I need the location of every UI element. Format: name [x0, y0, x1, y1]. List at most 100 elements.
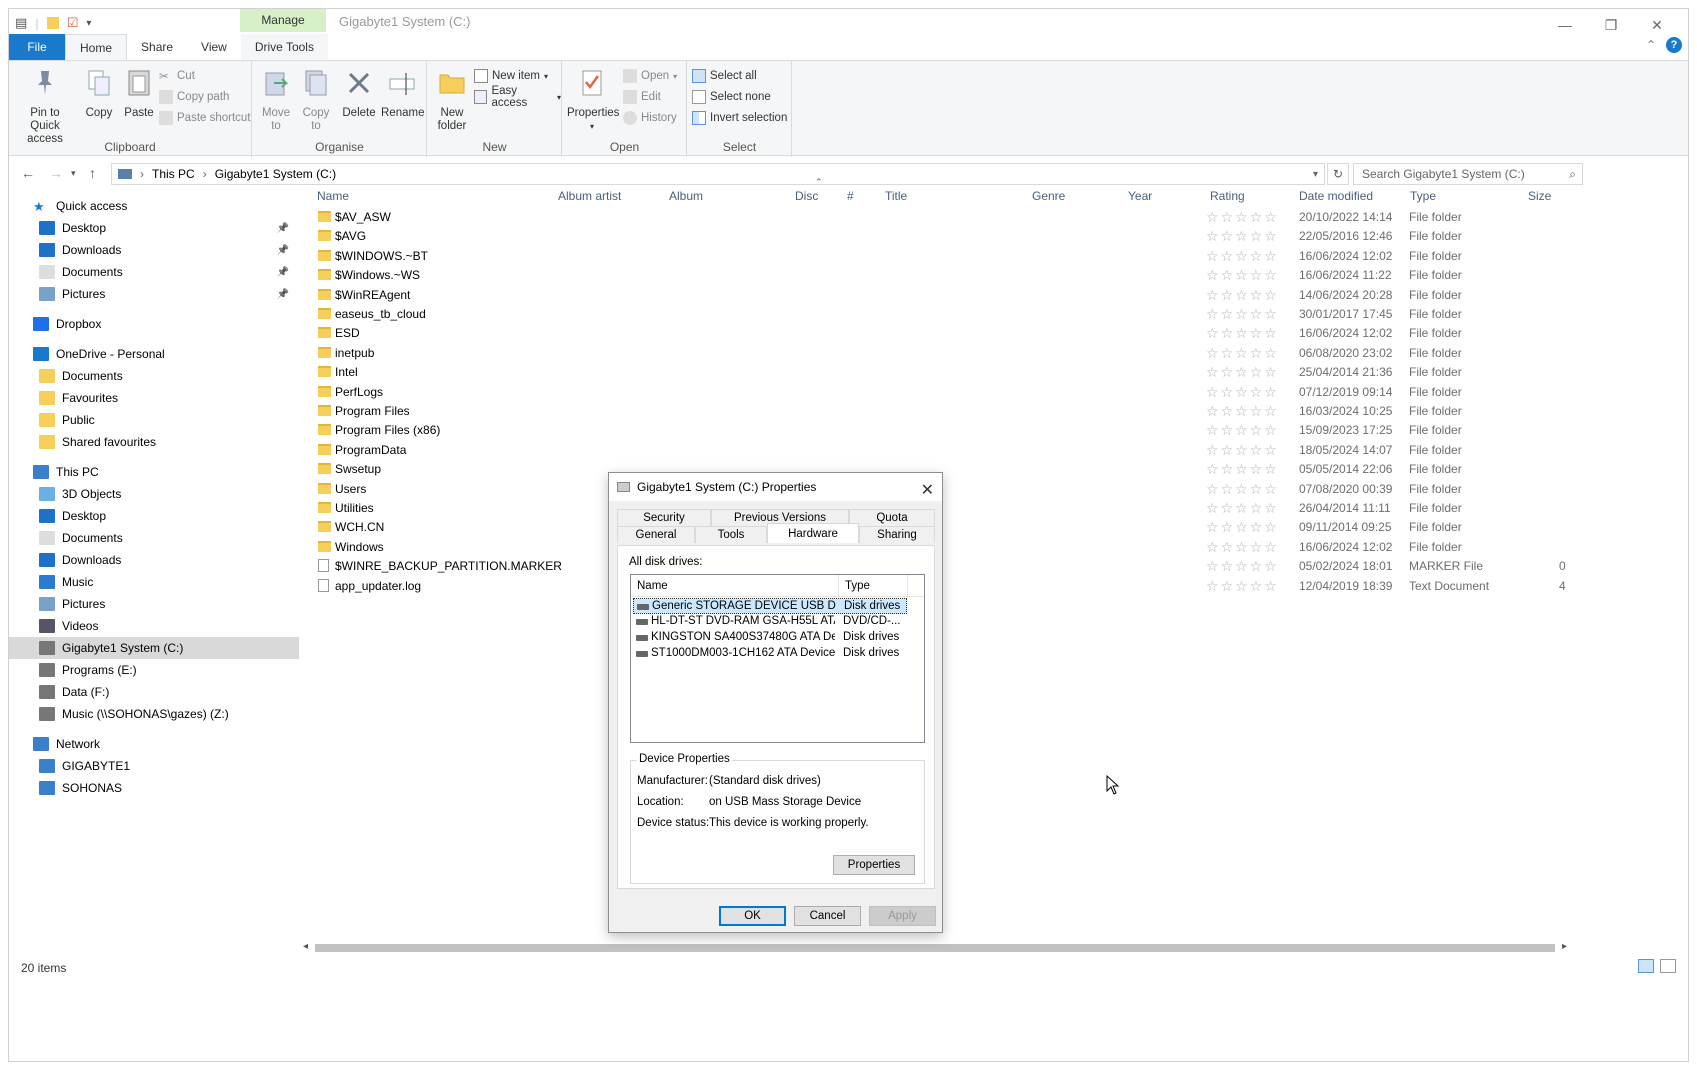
column-header-date-modified[interactable]: Date modified [1299, 189, 1373, 203]
select-none-button[interactable]: Select none [692, 88, 771, 106]
list-header-type[interactable]: Type [838, 575, 870, 597]
nav-item[interactable]: SOHONAS [9, 777, 299, 799]
rating-stars[interactable]: ☆☆☆☆☆ [1206, 403, 1279, 420]
nav-item[interactable]: Videos [9, 615, 299, 637]
edit-button[interactable]: Edit [623, 88, 661, 106]
nav-item[interactable]: Shared favourites [9, 431, 299, 453]
drive-list-item[interactable]: HL-DT-ST DVD-RAM GSA-H55L ATA ... DVD/CD-… [633, 614, 907, 630]
rating-stars[interactable]: ☆☆☆☆☆ [1206, 248, 1279, 265]
delete-button[interactable]: Delete [341, 67, 377, 120]
file-row[interactable]: ProgramData ☆☆☆☆☆ 18/05/2024 14:07 File fol… [301, 441, 1681, 460]
device-properties-button[interactable]: Properties [833, 855, 915, 875]
file-row[interactable]: inetpub ☆☆☆☆☆ 06/08/2020 23:02 File folder [301, 344, 1681, 363]
tab-security[interactable]: Security [617, 509, 711, 526]
nav-item[interactable]: ★ Quick access [9, 195, 299, 217]
history-button[interactable]: History [623, 109, 677, 127]
easy-access-button[interactable]: Easy access ▾ [474, 85, 561, 109]
nav-item[interactable]: Favourites [9, 387, 299, 409]
column-header-size[interactable]: Size [1528, 189, 1551, 203]
rating-stars[interactable]: ☆☆☆☆☆ [1206, 267, 1279, 284]
nav-item[interactable]: Documents 📌 [9, 261, 299, 283]
file-row[interactable]: $WinREAgent ☆☆☆☆☆ 14/06/2024 20:28 File fol… [301, 286, 1681, 305]
column-header-title[interactable]: Title [885, 189, 907, 203]
scrollbar-thumb[interactable] [315, 944, 1555, 952]
column-header-type[interactable]: Type [1410, 189, 1436, 203]
back-arrow-icon[interactable]: ← [21, 165, 35, 181]
nav-item[interactable]: Network [9, 733, 299, 755]
collapse-ribbon-icon[interactable]: ⌃ [1646, 38, 1656, 52]
tab-hardware[interactable]: Hardware [767, 523, 859, 543]
nav-item[interactable]: Programs (E:) [9, 659, 299, 681]
copy-button[interactable]: Copy [81, 67, 117, 120]
file-row[interactable]: WCH.CN ☆☆☆☆☆ 09/11/2014 09:25 File folder [301, 518, 1681, 537]
file-row[interactable]: $WINRE_BACKUP_PARTITION.MARKER ☆☆☆☆☆ 05/02… [301, 557, 1681, 576]
nav-item[interactable]: Gigabyte1 System (C:) [9, 637, 299, 659]
nav-item[interactable]: Pictures [9, 593, 299, 615]
column-header-album[interactable]: Album [669, 189, 703, 203]
rating-stars[interactable]: ☆☆☆☆☆ [1206, 500, 1279, 517]
nav-item[interactable]: This PC [9, 461, 299, 483]
file-row[interactable]: $WINDOWS.~BT ☆☆☆☆☆ 16/06/2024 12:02 File fo… [301, 247, 1681, 266]
rating-stars[interactable]: ☆☆☆☆☆ [1206, 481, 1279, 498]
rating-stars[interactable]: ☆☆☆☆☆ [1206, 364, 1279, 381]
file-row[interactable]: Swsetup ☆☆☆☆☆ 05/05/2014 22:06 File folder [301, 460, 1681, 479]
tab-home[interactable]: Home [65, 34, 128, 60]
up-arrow-icon[interactable]: ↑ [89, 165, 96, 181]
nav-item[interactable]: Documents [9, 365, 299, 387]
file-row[interactable]: Intel ☆☆☆☆☆ 25/04/2014 21:36 File folder [301, 363, 1681, 382]
column-header-rating[interactable]: Rating [1210, 189, 1245, 203]
nav-item[interactable]: Dropbox [9, 313, 299, 335]
nav-item[interactable]: Desktop [9, 505, 299, 527]
file-row[interactable]: ESD ☆☆☆☆☆ 16/06/2024 12:02 File folder [301, 324, 1681, 343]
forward-arrow-icon[interactable]: → [49, 165, 63, 181]
details-view-icon[interactable] [1638, 959, 1654, 973]
ok-button[interactable]: OK [719, 906, 786, 926]
cut-button[interactable]: ✂ Cut [159, 67, 195, 85]
file-row[interactable]: app_updater.log ☆☆☆☆☆ 12/04/2019 18:39 Text… [301, 577, 1681, 596]
properties-button[interactable]: Properties ▾ [567, 67, 619, 133]
tab-drive-tools[interactable]: Drive Tools [240, 34, 328, 60]
paste-shortcut-button[interactable]: Paste shortcut [159, 109, 251, 127]
file-row[interactable]: easeus_tb_cloud ☆☆☆☆☆ 30/01/2017 17:45 File… [301, 305, 1681, 324]
file-row[interactable]: $AVG ☆☆☆☆☆ 22/05/2016 12:46 File folder [301, 227, 1681, 246]
breadcrumb-this-pc[interactable]: This PC [152, 167, 195, 181]
rating-stars[interactable]: ☆☆☆☆☆ [1206, 461, 1279, 478]
rename-button[interactable]: Rename [381, 67, 424, 120]
list-header-name[interactable]: Name [637, 580, 668, 592]
file-row[interactable]: Windows ☆☆☆☆☆ 16/06/2024 12:02 File folder [301, 538, 1681, 557]
file-row[interactable]: Users ☆☆☆☆☆ 07/08/2020 00:39 File folder [301, 480, 1681, 499]
file-row[interactable]: $Windows.~WS ☆☆☆☆☆ 16/06/2024 11:22 File fo… [301, 266, 1681, 285]
nav-item[interactable]: Pictures 📌 [9, 283, 299, 305]
nav-item[interactable]: OneDrive - Personal [9, 343, 299, 365]
column-header-name[interactable]: Name [317, 189, 349, 203]
tab-share[interactable]: Share [127, 34, 187, 60]
tab-view[interactable]: View [187, 34, 241, 60]
new-item-button[interactable]: New item ▾ [474, 67, 548, 85]
select-all-button[interactable]: Select all [692, 67, 757, 85]
nav-item[interactable]: Downloads 📌 [9, 239, 299, 261]
dialog-close-icon[interactable]: ✕ [921, 477, 934, 505]
rating-stars[interactable]: ☆☆☆☆☆ [1206, 384, 1279, 401]
column-header-album-artist[interactable]: Album artist [558, 189, 621, 203]
horizontal-scrollbar[interactable]: ◂ ▸ [301, 941, 1569, 955]
nav-item[interactable]: Downloads [9, 549, 299, 571]
move-to-button[interactable]: Move to [259, 67, 293, 133]
apply-button[interactable]: Apply [869, 906, 936, 926]
rating-stars[interactable]: ☆☆☆☆☆ [1206, 228, 1279, 245]
rating-stars[interactable]: ☆☆☆☆☆ [1206, 209, 1279, 226]
scroll-left-icon[interactable]: ◂ [303, 941, 308, 952]
copy-to-button[interactable]: Copy to [299, 67, 333, 133]
rating-stars[interactable]: ☆☆☆☆☆ [1206, 287, 1279, 304]
rating-stars[interactable]: ☆☆☆☆☆ [1206, 325, 1279, 342]
rating-stars[interactable]: ☆☆☆☆☆ [1206, 442, 1279, 459]
drive-list-item[interactable]: Generic STORAGE DEVICE USB Device Disk dr… [633, 598, 907, 614]
column-header-genre[interactable]: Genre [1032, 189, 1065, 203]
file-row[interactable]: Utilities ☆☆☆☆☆ 26/04/2014 11:11 File folde… [301, 499, 1681, 518]
drive-list-item[interactable]: ST1000DM003-1CH162 ATA Device Disk drives [633, 646, 907, 662]
new-folder-button[interactable]: New folder [432, 67, 472, 133]
recent-locations-chevron-icon[interactable]: ▾ [71, 168, 76, 179]
scroll-right-icon[interactable]: ▸ [1562, 941, 1567, 952]
file-row[interactable]: Program Files ☆☆☆☆☆ 16/03/2024 10:25 File f… [301, 402, 1681, 421]
nav-item[interactable]: Documents [9, 527, 299, 549]
paste-button[interactable]: Paste [121, 67, 157, 120]
